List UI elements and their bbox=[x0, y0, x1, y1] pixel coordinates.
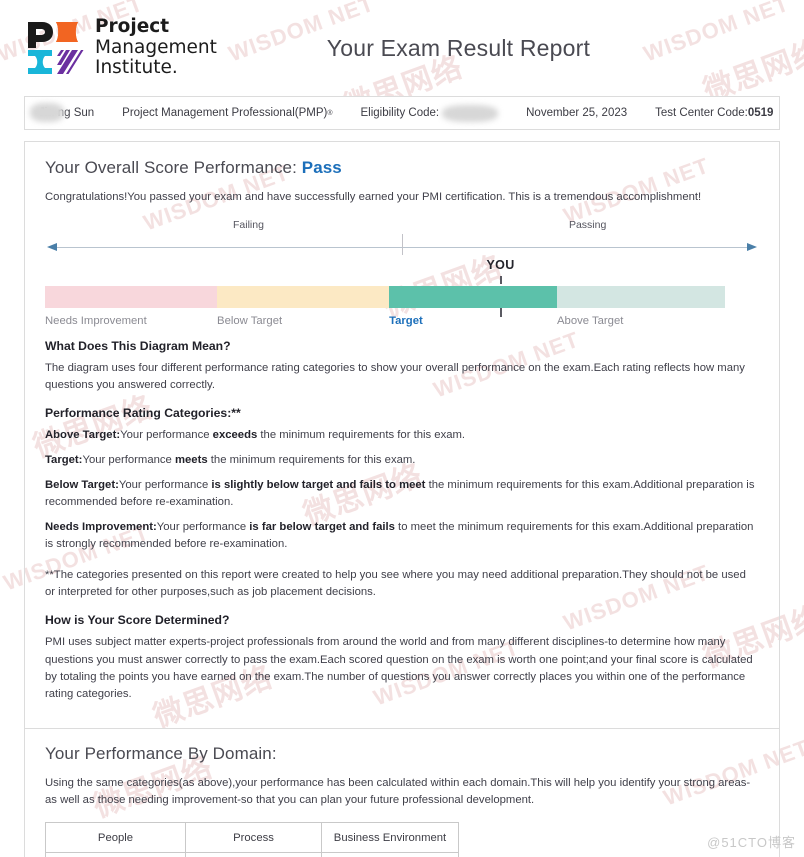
footer-watermark: @51CTO博客 bbox=[707, 835, 796, 850]
rating-category-emphasis: meets bbox=[174, 454, 208, 467]
rating-category-item: Above Target:Your performance exceeds th… bbox=[45, 427, 759, 444]
rating-category-name: Target: bbox=[45, 454, 83, 467]
score-bar-label-below-target: Below Target bbox=[217, 315, 283, 328]
rating-categories-list: Above Target:Your performance exceeds th… bbox=[45, 427, 759, 553]
you-marker-tick-top bbox=[499, 276, 502, 285]
scale-top-labels: Failing Passing bbox=[45, 219, 759, 235]
score-bar-label-above-target: Above Target bbox=[557, 315, 624, 328]
score-bar-label-needs-improvement: Needs Improvement bbox=[45, 315, 147, 328]
score-determined-heading: How is Your Score Determined? bbox=[45, 613, 230, 628]
overall-score-heading: Your Overall Score Performance: Pass bbox=[45, 158, 759, 178]
score-scale-diagram: Failing Passing YOU Needs Improvement Bel… bbox=[45, 219, 759, 327]
score-bar-target bbox=[389, 286, 558, 309]
domain-results-table: PeopleProcessBusiness Environment Above … bbox=[45, 822, 459, 857]
rating-category-name: Above Target: bbox=[45, 429, 121, 442]
diagram-explain-heading: What Does This Diagram Mean? bbox=[45, 339, 231, 354]
eligibility-code: Eligibility Code: bbox=[347, 97, 513, 129]
rating-category-name: Needs Improvement: bbox=[45, 521, 157, 534]
score-bar-label-target: Target bbox=[389, 315, 423, 328]
score-bar-labels: Needs Improvement Below Target Target Above… bbox=[45, 315, 725, 327]
overall-score-heading-text: Your Overall Score Performance: bbox=[45, 158, 302, 177]
domain-result-value: Above Target bbox=[45, 852, 186, 857]
test-center-code-value: 0519 bbox=[747, 107, 774, 119]
eligibility-code-label: Eligibility Code: bbox=[360, 107, 440, 119]
registered-mark-icon: ® bbox=[327, 109, 333, 117]
test-center-code-label: Test Center Code: bbox=[655, 107, 748, 119]
scale-label-passing: Passing bbox=[568, 219, 607, 232]
pmi-logo-icon bbox=[26, 20, 84, 76]
table-row: Above TargetTargetBelow Target bbox=[45, 852, 459, 857]
score-determined-paragraph: PMI uses subject matter experts-project … bbox=[45, 636, 753, 700]
axis-midpoint-tick bbox=[402, 234, 403, 256]
domain-column-header: People bbox=[45, 822, 186, 854]
rating-category-item: Target:Your performance meets the minimu… bbox=[45, 452, 759, 469]
rating-category-item: Below Target:Your performance is slightl… bbox=[45, 477, 759, 511]
score-bar-needs-improvement bbox=[45, 286, 218, 309]
categories-footnote: **The categories presented on this repor… bbox=[45, 569, 746, 599]
score-bar-above-target bbox=[557, 286, 725, 309]
domain-performance-section: Your Performance By Domain: Using the sa… bbox=[25, 729, 779, 857]
exam-result-report-page: WISDOM NET WISDOM NET WISDOM NET 微思网络 微思… bbox=[0, 0, 804, 857]
status-badge: Pass bbox=[301, 158, 342, 177]
page-header: Project Management Institute. Your Exam … bbox=[0, 0, 804, 96]
rating-category-pre: Your performance bbox=[82, 454, 175, 467]
you-marker-label: YOU bbox=[486, 258, 515, 273]
score-bar-below-target bbox=[217, 286, 390, 309]
rating-category-emphasis: is slightly below target and fails to me… bbox=[211, 479, 426, 492]
table-header-row: People Process Business Environment bbox=[45, 822, 459, 854]
rating-category-emphasis: exceeds bbox=[212, 429, 258, 442]
report-card: Your Overall Score Performance: Pass Con… bbox=[24, 141, 780, 857]
domain-column-header: Business Environment bbox=[321, 822, 459, 854]
domain-paragraph: Using the same categories(as above),your… bbox=[45, 777, 751, 807]
redaction-blur-eligibility bbox=[442, 104, 499, 122]
domain-column-header: Process bbox=[185, 822, 322, 854]
rating-category-post: the minimum requirements for this exam. bbox=[207, 454, 416, 467]
scale-axis bbox=[45, 234, 759, 256]
rating-category-emphasis: is far below target and fails bbox=[249, 521, 395, 534]
scale-label-failing: Failing bbox=[233, 219, 264, 232]
candidate-name: Jiang Sun bbox=[25, 97, 108, 129]
rating-category-name: Below Target: bbox=[45, 479, 119, 492]
rating-categories-heading: Performance Rating Categories:** bbox=[45, 406, 241, 421]
arrow-right-icon bbox=[747, 243, 757, 252]
redaction-blur-name bbox=[29, 102, 64, 122]
rating-category-pre: Your performance bbox=[156, 521, 250, 534]
overall-score-section: Your Overall Score Performance: Pass Con… bbox=[25, 142, 779, 722]
test-center-code: Test Center Code: 0519 bbox=[641, 97, 787, 129]
domain-heading: Your Performance By Domain: bbox=[45, 744, 277, 764]
certification-label: Project Management Professional(PMP) bbox=[122, 107, 328, 119]
rating-category-item: Needs Improvement:Your performance is fa… bbox=[45, 519, 759, 553]
exam-date: November 25, 2023 bbox=[526, 107, 628, 119]
arrow-left-icon bbox=[47, 243, 57, 252]
candidate-info-bar: Jiang Sun Project Management Professiona… bbox=[24, 96, 780, 130]
congratulations-text: Congratulations!You passed your exam and… bbox=[45, 191, 702, 203]
page-title: Your Exam Result Report bbox=[326, 34, 591, 61]
rating-category-pre: Your performance bbox=[120, 429, 213, 442]
domain-result-value: Below Target bbox=[321, 852, 459, 857]
domain-result-value: Target bbox=[185, 852, 322, 857]
rating-category-pre: Your performance bbox=[118, 479, 212, 492]
diagram-explain-paragraph: The diagram uses four different performa… bbox=[45, 362, 745, 392]
rating-category-post: the minimum requirements for this exam. bbox=[257, 429, 466, 442]
certification-name: Project Management Professional(PMP) ® bbox=[108, 97, 346, 129]
score-bars bbox=[45, 286, 725, 309]
